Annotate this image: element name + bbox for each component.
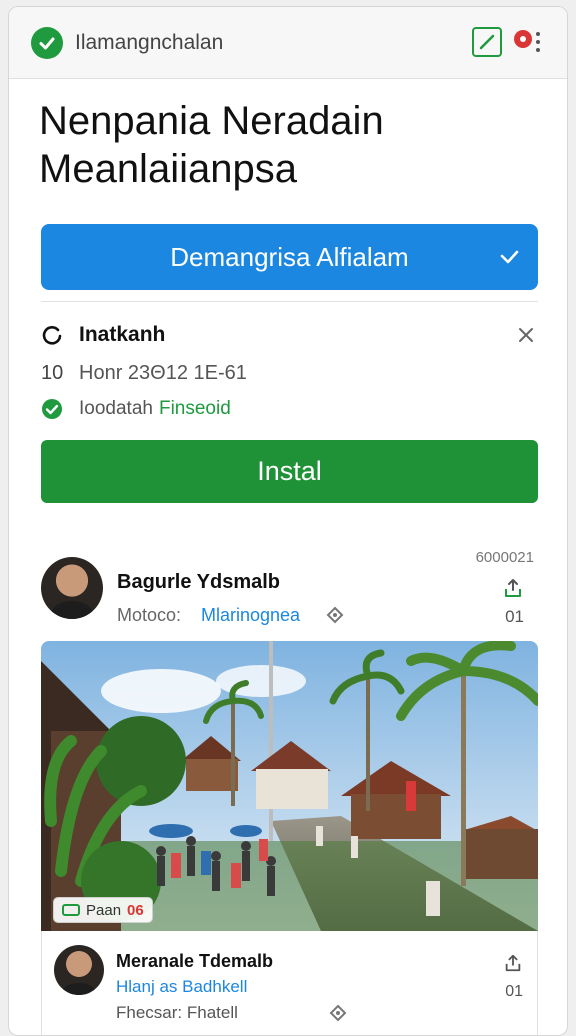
post-value-link[interactable]: Mlarinognea	[201, 605, 300, 626]
refresh-icon	[42, 326, 62, 345]
photo-badge-text: Paan	[86, 901, 122, 919]
post-photo[interactable]: Paan 06	[41, 641, 538, 931]
image-icon	[62, 904, 80, 916]
share-icon[interactable]	[502, 577, 524, 599]
post-number: 01	[505, 983, 523, 1000]
title-line-2: Meanlaiianpsa	[39, 147, 297, 191]
app-count: 10	[41, 361, 64, 384]
install-label: Instal	[257, 456, 322, 486]
post-card: Meranale Tdemalb Hlanj as Badhkell Fhecs…	[41, 931, 538, 1035]
post-subtitle-link[interactable]: Hlanj as Badhkell	[116, 977, 247, 997]
photo-badge: Paan 06	[53, 897, 153, 923]
app-status-row: Ioodatah Finseoid	[41, 391, 538, 427]
post-count: 6000021	[475, 549, 534, 566]
tag-icon[interactable]	[328, 1003, 348, 1023]
title-line-1: Nenpania Neradain	[39, 99, 384, 143]
village-scene-image	[41, 641, 538, 931]
verified-check-icon	[42, 399, 62, 419]
post-label: Fhecsar: Fhatell	[116, 1003, 238, 1022]
post-number: 01	[505, 607, 524, 626]
install-button[interactable]: Instal	[41, 440, 538, 503]
divider	[41, 301, 538, 302]
post-author[interactable]: Meranale Tdemalb	[116, 951, 273, 972]
check-circle-icon	[31, 27, 63, 59]
share-icon[interactable]	[503, 953, 523, 973]
close-icon[interactable]	[516, 325, 536, 345]
app-info-row: Inatkanh	[41, 317, 538, 353]
record-icon[interactable]	[514, 30, 532, 48]
page-title: Nenpania Neradain Meanlaiianpsa	[39, 97, 539, 193]
chevron-down-icon	[500, 250, 519, 264]
app-title: Ilamangnchalan	[75, 31, 224, 54]
avatar[interactable]	[54, 945, 104, 995]
app-name: Inatkanh	[79, 323, 166, 346]
avatar[interactable]	[41, 557, 103, 619]
status-label: Ioodatah	[79, 398, 153, 419]
tag-icon[interactable]	[325, 605, 345, 625]
app-window: Ilamangnchalan Nenpania Neradain Meanlai…	[8, 6, 568, 1036]
photo-badge-count: 06	[127, 901, 144, 919]
primary-action-button[interactable]: Demangrisa Alfialam	[41, 224, 538, 290]
app-meta-row: 10 Ηonr 23Θ12 1Ε-61	[41, 355, 538, 391]
app-meta: Ηonr 23Θ12 1Ε-61	[79, 361, 247, 384]
edit-icon[interactable]	[472, 27, 502, 57]
post-label: Motoco:	[117, 605, 182, 625]
primary-action-label: Demangrisa Alfialam	[170, 241, 409, 272]
more-vert-icon[interactable]	[535, 32, 541, 52]
top-bar: Ilamangnchalan	[9, 7, 567, 79]
post-author[interactable]: Bagurle Ydsmalb	[117, 571, 280, 594]
post-header: Bagurle Ydsmalb Motoco: Mlarinognea 6000…	[41, 547, 538, 637]
status-value: Finseoid	[158, 398, 231, 419]
